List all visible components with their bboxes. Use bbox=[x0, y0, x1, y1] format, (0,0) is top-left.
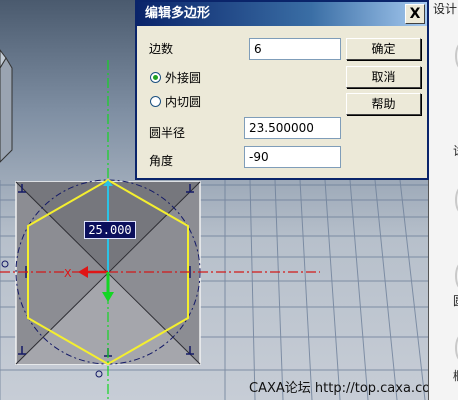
radio-outer[interactable] bbox=[150, 72, 161, 83]
radius-label: 圆半径 bbox=[149, 126, 186, 140]
radio-inner-label[interactable]: 内切圆 bbox=[165, 93, 201, 110]
radio-outer-label[interactable]: 外接圆 bbox=[165, 69, 201, 86]
cancel-button[interactable]: 取消 bbox=[346, 66, 421, 88]
sides-label: 边数 bbox=[149, 42, 174, 56]
dialog-title: 编辑多边形 bbox=[145, 6, 211, 21]
radio-inner[interactable] bbox=[150, 96, 161, 107]
x-axis-label: X bbox=[64, 267, 72, 280]
cube-shape bbox=[0, 49, 13, 163]
help-button[interactable]: 帮助 bbox=[346, 93, 421, 115]
right-panel: 设计 试 圆 椭 bbox=[428, 0, 458, 400]
angle-input[interactable]: -90 bbox=[244, 146, 341, 168]
dimension-label[interactable]: 25.000 bbox=[84, 221, 136, 239]
sides-input[interactable]: 6 bbox=[249, 38, 341, 60]
design-tab[interactable]: 设计 bbox=[433, 0, 457, 17]
watermark-text: CAXA论坛 http://top.caxa.com/ bbox=[249, 381, 432, 396]
edit-polygon-dialog: 编辑多边形 X 边数 6 外接圆 内切圆 圆半径 23.500000 角度 -9… bbox=[135, 0, 429, 180]
panel-text-2: 圆 bbox=[453, 292, 458, 309]
ok-button[interactable]: 确定 bbox=[346, 38, 421, 60]
panel-text-1: 试 bbox=[453, 142, 458, 159]
radius-input[interactable]: 23.500000 bbox=[244, 117, 341, 139]
angle-label: 角度 bbox=[149, 154, 174, 168]
close-button[interactable]: X bbox=[405, 4, 425, 24]
close-icon: X bbox=[409, 6, 421, 22]
dialog-titlebar[interactable]: 编辑多边形 X bbox=[137, 2, 427, 26]
panel-text-3: 椭 bbox=[453, 367, 458, 384]
